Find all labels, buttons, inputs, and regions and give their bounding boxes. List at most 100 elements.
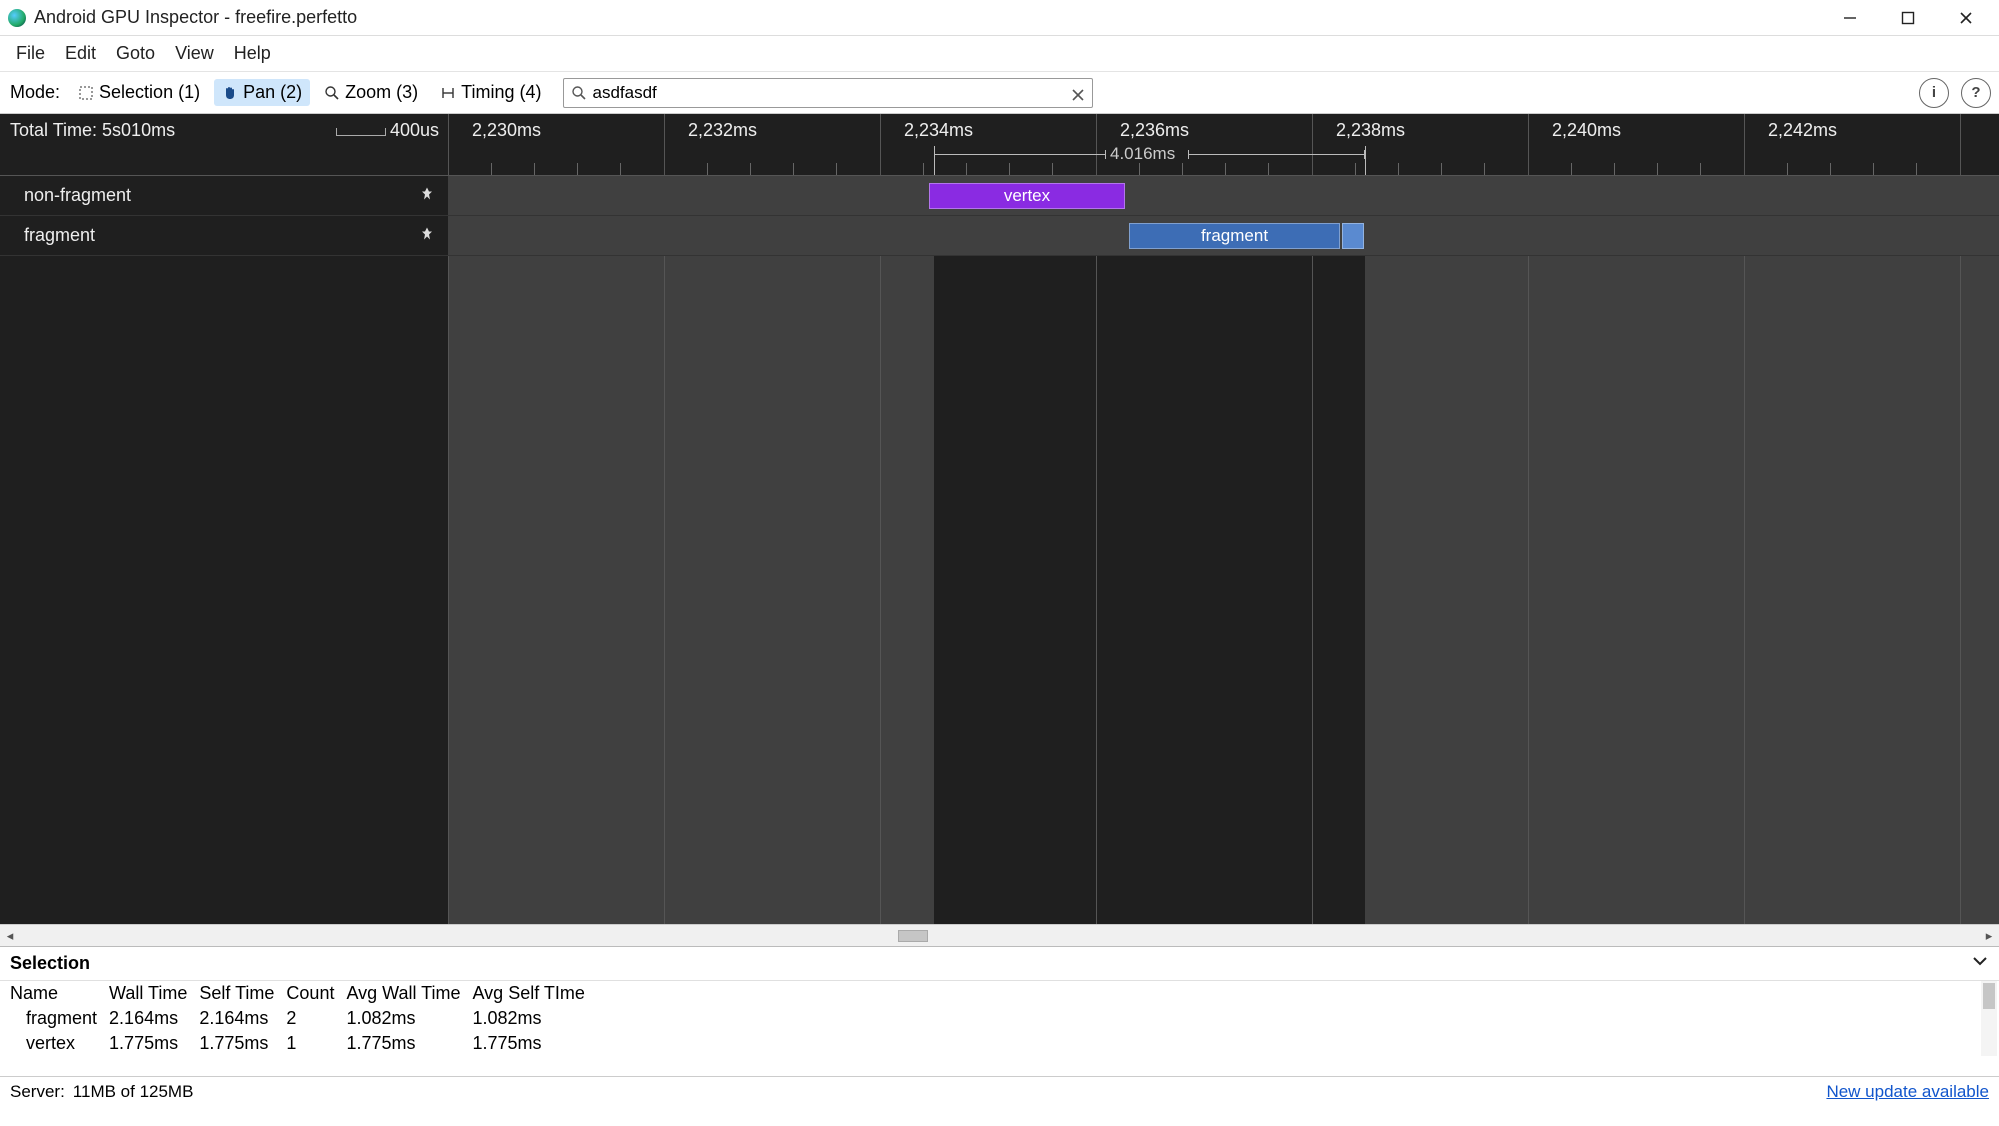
timing-icon: [440, 85, 456, 101]
ruler-tick: [664, 114, 665, 175]
col-self[interactable]: Self Time: [197, 981, 284, 1006]
server-label: Server:: [10, 1082, 65, 1102]
track-area[interactable]: vertex fragment: [0, 176, 1999, 924]
window-maximize-button[interactable]: [1879, 0, 1937, 36]
track-label-fragment: fragment: [24, 225, 95, 246]
scroll-track[interactable]: [20, 929, 1979, 943]
col-name[interactable]: Name: [8, 981, 107, 1006]
cell-avgself: 1.775ms: [471, 1031, 595, 1056]
search-clear-button[interactable]: [1071, 86, 1085, 100]
cell-avgwall: 1.082ms: [344, 1006, 470, 1031]
ruler-tick-label: 2,230ms: [472, 120, 541, 141]
menu-goto[interactable]: Goto: [106, 39, 165, 68]
selection-vscrollbar[interactable]: [1981, 981, 1997, 1056]
cell-count: 2: [284, 1006, 344, 1031]
menubar: File Edit Goto View Help: [0, 36, 1999, 72]
search-wrap: [563, 78, 1093, 108]
slice-fragment-label: fragment: [1201, 226, 1268, 246]
selection-bar-right: [1188, 154, 1365, 155]
mode-label: Mode:: [8, 82, 64, 103]
collapse-icon[interactable]: [1971, 952, 1989, 975]
ruler-tick-label: 2,234ms: [904, 120, 973, 141]
ruler-tick-label: 2,236ms: [1120, 120, 1189, 141]
scroll-thumb[interactable]: [898, 930, 928, 942]
slice-fragment[interactable]: fragment: [1129, 223, 1340, 249]
toolbar: Mode: Selection (1) Pan (2) Zoom (3) Tim…: [0, 72, 1999, 114]
statusbar: Server: 11MB of 125MB New update availab…: [0, 1076, 1999, 1106]
pin-icon[interactable]: [420, 186, 434, 205]
scroll-right-arrow[interactable]: ▸: [1979, 928, 1999, 944]
selection-panel-title: Selection: [10, 953, 90, 974]
ruler-tick: [1528, 114, 1529, 175]
track-row-fragment[interactable]: fragment: [0, 216, 448, 256]
menu-view[interactable]: View: [165, 39, 224, 68]
menu-help[interactable]: Help: [224, 39, 281, 68]
col-wall[interactable]: Wall Time: [107, 981, 197, 1006]
col-count[interactable]: Count: [284, 981, 344, 1006]
cell-avgself: 1.082ms: [471, 1006, 595, 1031]
ruler-tick: [1744, 114, 1745, 175]
mode-timing-button[interactable]: Timing (4): [432, 79, 549, 106]
info-button[interactable]: i: [1919, 78, 1949, 108]
time-ruler[interactable]: Total Time: 5s010ms 400us 2,230ms 2,232m…: [0, 114, 1999, 176]
cell-wall: 1.775ms: [107, 1031, 197, 1056]
track-labels-column: non-fragment fragment: [0, 176, 448, 924]
selection-panel: Selection Name Wall Time Self Time Count…: [0, 946, 1999, 1076]
menu-edit[interactable]: Edit: [55, 39, 106, 68]
timeline-hscrollbar[interactable]: ◂ ▸: [0, 924, 1999, 946]
window-close-button[interactable]: [1937, 0, 1995, 36]
cell-self: 2.164ms: [197, 1006, 284, 1031]
ruler-tick-label: 2,242ms: [1768, 120, 1837, 141]
slice-fragment-tail[interactable]: [1342, 223, 1364, 249]
mode-selection-button[interactable]: Selection (1): [70, 79, 208, 106]
menu-file[interactable]: File: [6, 39, 55, 68]
app-icon: [8, 9, 26, 27]
empty-lane-area[interactable]: [448, 256, 1999, 924]
window-minimize-button[interactable]: [1821, 0, 1879, 36]
ruler-tick: [448, 114, 449, 175]
scale-span-label: 400us: [390, 120, 439, 141]
ruler-tick: [1960, 114, 1961, 175]
server-memory: 11MB of 125MB: [73, 1082, 194, 1102]
help-button[interactable]: ?: [1961, 78, 1991, 108]
search-icon: [571, 85, 587, 101]
col-avgwall[interactable]: Avg Wall Time: [344, 981, 470, 1006]
table-row[interactable]: fragment 2.164ms 2.164ms 2 1.082ms 1.082…: [8, 1006, 595, 1031]
selection-end-marker[interactable]: [1365, 146, 1366, 175]
selection-table: Name Wall Time Self Time Count Avg Wall …: [0, 981, 1999, 1056]
track-row-nonfragment[interactable]: non-fragment: [0, 176, 448, 216]
cell-count: 1: [284, 1031, 344, 1056]
search-input[interactable]: [563, 78, 1093, 108]
window-title: Android GPU Inspector - freefire.perfett…: [34, 7, 357, 28]
ruler-tick-label: 2,240ms: [1552, 120, 1621, 141]
scroll-left-arrow[interactable]: ◂: [0, 928, 20, 944]
mode-timing-label: Timing (4): [461, 82, 541, 103]
window-titlebar: Android GPU Inspector - freefire.perfett…: [0, 0, 1999, 36]
ruler-tick: [1312, 114, 1313, 175]
pin-icon[interactable]: [420, 226, 434, 245]
col-avgself[interactable]: Avg Self TIme: [471, 981, 595, 1006]
table-header-row: Name Wall Time Self Time Count Avg Wall …: [8, 981, 595, 1006]
selection-panel-header: Selection: [0, 947, 1999, 981]
lane-fragment[interactable]: fragment: [448, 216, 1999, 256]
mode-pan-button[interactable]: Pan (2): [214, 79, 310, 106]
table-row[interactable]: vertex 1.775ms 1.775ms 1 1.775ms 1.775ms: [8, 1031, 595, 1056]
track-label-nonfragment: non-fragment: [24, 185, 131, 206]
selection-duration-label: 4.016ms: [1110, 144, 1175, 164]
selection-icon: [78, 85, 94, 101]
cell-name: fragment: [8, 1006, 107, 1031]
timeline-panel: Total Time: 5s010ms 400us 2,230ms 2,232m…: [0, 114, 1999, 924]
selection-vscroll-thumb[interactable]: [1983, 983, 1995, 1009]
update-link[interactable]: New update available: [1826, 1082, 1989, 1102]
selection-bar-left: [934, 154, 1106, 155]
mode-zoom-button[interactable]: Zoom (3): [316, 79, 426, 106]
ruler-tick: [1096, 114, 1097, 175]
total-time-label: Total Time: 5s010ms: [10, 120, 175, 141]
cell-name: vertex: [8, 1031, 107, 1056]
selection-start-marker[interactable]: [934, 146, 935, 175]
lane-nonfragment[interactable]: vertex: [448, 176, 1999, 216]
slice-vertex[interactable]: vertex: [929, 183, 1125, 209]
lanes[interactable]: vertex fragment: [448, 176, 1999, 924]
cell-self: 1.775ms: [197, 1031, 284, 1056]
ruler-tick: [880, 114, 881, 175]
